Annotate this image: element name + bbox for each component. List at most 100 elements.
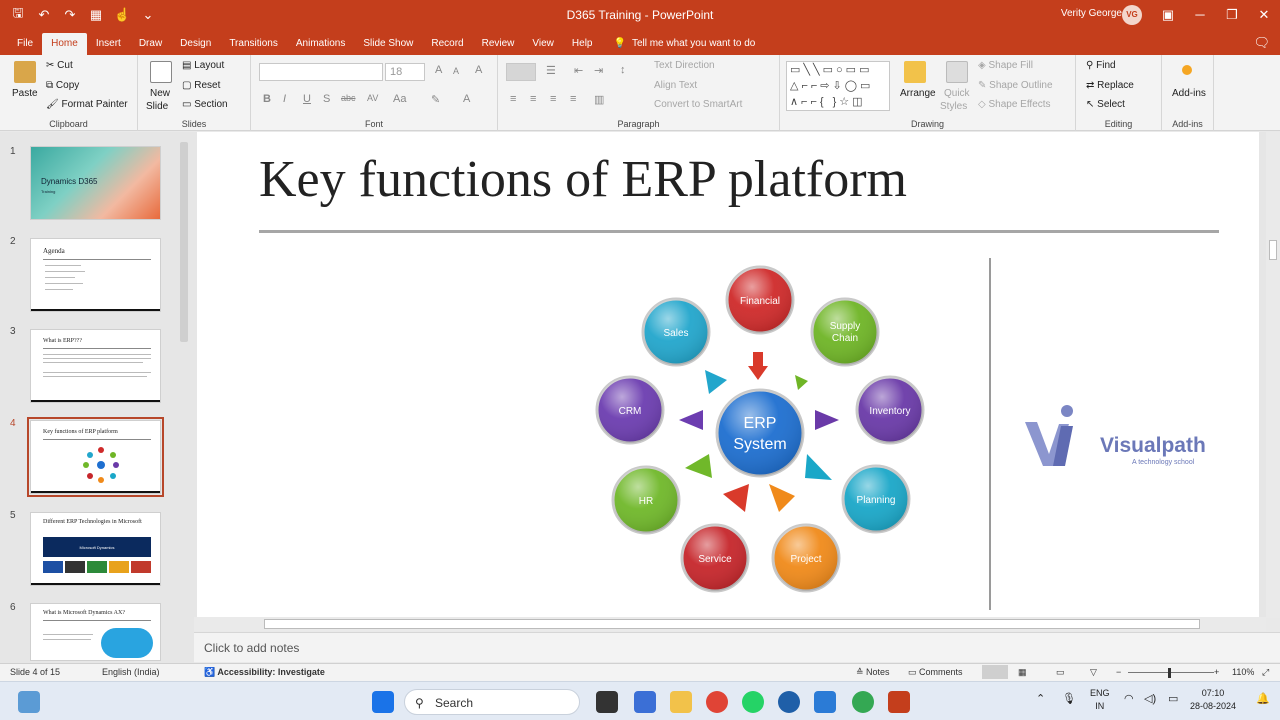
convert-smartart-button[interactable]: Convert to SmartArt <box>654 99 742 110</box>
char-spacing-icon[interactable]: AV <box>367 93 378 103</box>
chrome-icon[interactable] <box>706 691 728 713</box>
align-center-icon[interactable]: ≡ <box>530 93 536 105</box>
normal-view-icon[interactable] <box>982 665 1008 679</box>
editor-vertical-scrollbar[interactable] <box>1266 132 1280 618</box>
align-left-icon[interactable]: ≡ <box>510 93 516 105</box>
justify-icon[interactable]: ≡ <box>570 93 576 105</box>
arrange-button[interactable]: Arrange <box>900 88 936 99</box>
paste-icon[interactable] <box>14 61 36 83</box>
new-slide-button[interactable]: New <box>150 88 170 99</box>
notes-toggle[interactable]: ≙ Notes <box>856 667 890 678</box>
editor-horizontal-scrollbar[interactable] <box>194 617 1266 631</box>
align-text-button[interactable]: Align Text <box>654 80 697 91</box>
touch-mode-icon[interactable]: ☝ <box>114 7 130 23</box>
shape-outline-button[interactable]: ✎ Shape Outline <box>978 80 1053 91</box>
new-slide-button-line2[interactable]: Slide <box>146 101 168 112</box>
powerpoint-icon[interactable] <box>888 691 910 713</box>
tell-me-search[interactable]: 💡 Tell me what you want to do <box>613 33 755 55</box>
thumbnail-slide-3[interactable]: What is ERP??? <box>30 329 161 403</box>
quick-styles-button[interactable]: Quick <box>944 88 970 99</box>
chrome-profile-icon[interactable] <box>852 691 874 713</box>
zoom-slider-thumb[interactable] <box>1168 668 1171 678</box>
align-right-icon[interactable]: ≡ <box>550 93 556 105</box>
bold-icon[interactable]: B <box>263 93 271 105</box>
grow-font-icon[interactable]: A <box>435 64 442 76</box>
font-size-field[interactable]: 18 <box>385 63 425 81</box>
paste-button[interactable]: Paste <box>12 88 38 99</box>
shadow-icon[interactable]: S <box>323 93 330 105</box>
file-explorer-icon[interactable] <box>670 691 692 713</box>
font-color-icon[interactable]: A <box>463 93 470 105</box>
scroll-thumb[interactable] <box>264 619 1200 629</box>
zoom-level[interactable]: 110% <box>1232 667 1254 677</box>
thumbnail-slide-5[interactable]: Different ERP Technologies in Microsoft … <box>30 512 161 586</box>
tab-slide-show[interactable]: Slide Show <box>354 33 422 55</box>
comments-icon[interactable]: 🗨 <box>1253 35 1270 51</box>
microphone-icon[interactable]: 🎙 <box>1062 693 1076 706</box>
tab-help[interactable]: Help <box>563 33 602 55</box>
fit-slide-icon[interactable]: ⤢ <box>1262 667 1269 678</box>
copy-button[interactable]: ⧉ Copy <box>46 80 79 91</box>
bullets-dropdown[interactable] <box>506 63 536 81</box>
clock[interactable]: 07:10 28-08-2024 <box>1190 687 1236 713</box>
tab-review[interactable]: Review <box>473 33 524 55</box>
cut-button[interactable]: ✂ Cut <box>46 60 73 71</box>
chat-app-icon[interactable] <box>814 691 836 713</box>
highlight-icon[interactable]: ✎ <box>431 93 440 106</box>
quick-styles-button-line2[interactable]: Styles <box>940 101 967 112</box>
minimize-icon[interactable]: ─ <box>1184 0 1216 30</box>
change-case-icon[interactable]: Aa <box>393 93 406 105</box>
thumbnails-scrollbar[interactable] <box>178 132 190 663</box>
shapes-gallery[interactable]: ▭╲╲▭○▭▭ △⌐⌐⇨⇩◯▭ ∧⌐⌐{ }☆◫ <box>786 61 890 111</box>
strikethrough-icon[interactable]: abc <box>341 93 356 103</box>
decrease-indent-icon[interactable]: ⇤ <box>574 64 583 77</box>
increase-indent-icon[interactable]: ⇥ <box>594 64 603 77</box>
tab-design[interactable]: Design <box>171 33 220 55</box>
ribbon-display-icon[interactable]: ▣ <box>1152 0 1184 30</box>
thumbnail-slide-4[interactable]: Key functions of ERP platform <box>27 417 164 497</box>
reset-button[interactable]: ▢ Reset <box>182 80 220 91</box>
app-icon[interactable] <box>778 691 800 713</box>
taskbar-search[interactable]: ⚲ Search <box>404 689 580 715</box>
whatsapp-icon[interactable] <box>742 691 764 713</box>
undo-icon[interactable]: ↶ <box>36 7 52 23</box>
section-button[interactable]: ▭ Section <box>182 99 228 110</box>
erp-diagram[interactable]: ERP System Financial Supply Chain Invent… <box>197 132 1259 618</box>
layout-button[interactable]: ▤ Layout <box>182 60 224 71</box>
slideshow-icon[interactable]: ▽ <box>1090 667 1097 678</box>
restore-icon[interactable]: ❐ <box>1216 0 1248 30</box>
presenter-icon[interactable]: ▦ <box>88 7 104 23</box>
reading-view-icon[interactable]: ▭ <box>1056 667 1065 678</box>
customize-qat-icon[interactable]: ⌄ <box>140 7 156 23</box>
slide-sorter-icon[interactable]: ▦ <box>1018 667 1027 678</box>
battery-icon[interactable]: ▭ <box>1168 693 1178 706</box>
replace-button[interactable]: ⇄ Replace <box>1086 80 1134 91</box>
shape-effects-button[interactable]: ◇ Shape Effects <box>978 99 1051 110</box>
tab-insert[interactable]: Insert <box>87 33 130 55</box>
addins-icon[interactable] <box>1182 65 1192 75</box>
select-button[interactable]: ↖ Select <box>1086 99 1125 110</box>
wifi-icon[interactable]: ◠ <box>1124 693 1134 706</box>
font-name-field[interactable] <box>259 63 383 81</box>
text-direction-button[interactable]: Text Direction <box>654 60 715 71</box>
tab-home[interactable]: Home <box>42 33 87 55</box>
zoom-out-icon[interactable]: − <box>1116 667 1121 677</box>
clear-format-icon[interactable]: A <box>475 64 482 76</box>
zoom-in-icon[interactable]: + <box>1214 667 1219 677</box>
scroll-thumb[interactable] <box>180 142 188 342</box>
quick-styles-icon[interactable] <box>946 61 968 83</box>
shape-fill-button[interactable]: ◈ Shape Fill <box>978 60 1033 71</box>
notes-placeholder[interactable]: Click to add notes <box>204 641 299 655</box>
columns-icon[interactable]: ▥ <box>594 93 604 106</box>
tab-file[interactable]: File <box>8 33 42 55</box>
language-indicator[interactable]: English (India) <box>102 667 160 677</box>
thumbnail-slide-1[interactable]: Dynamics D365 Training <box>30 146 161 220</box>
current-slide[interactable]: Key functions of ERP platform ERP System… <box>197 132 1259 618</box>
italic-icon[interactable]: I <box>283 93 286 105</box>
close-icon[interactable]: ✕ <box>1248 0 1280 30</box>
numbering-icon[interactable]: ☰ <box>546 64 556 77</box>
thumbnail-slide-6[interactable]: What is Microsoft Dynamics AX? <box>30 603 161 661</box>
thumbnail-slide-2[interactable]: Agenda <box>30 238 161 312</box>
tab-record[interactable]: Record <box>422 33 472 55</box>
zoom-slider[interactable] <box>1128 672 1214 673</box>
